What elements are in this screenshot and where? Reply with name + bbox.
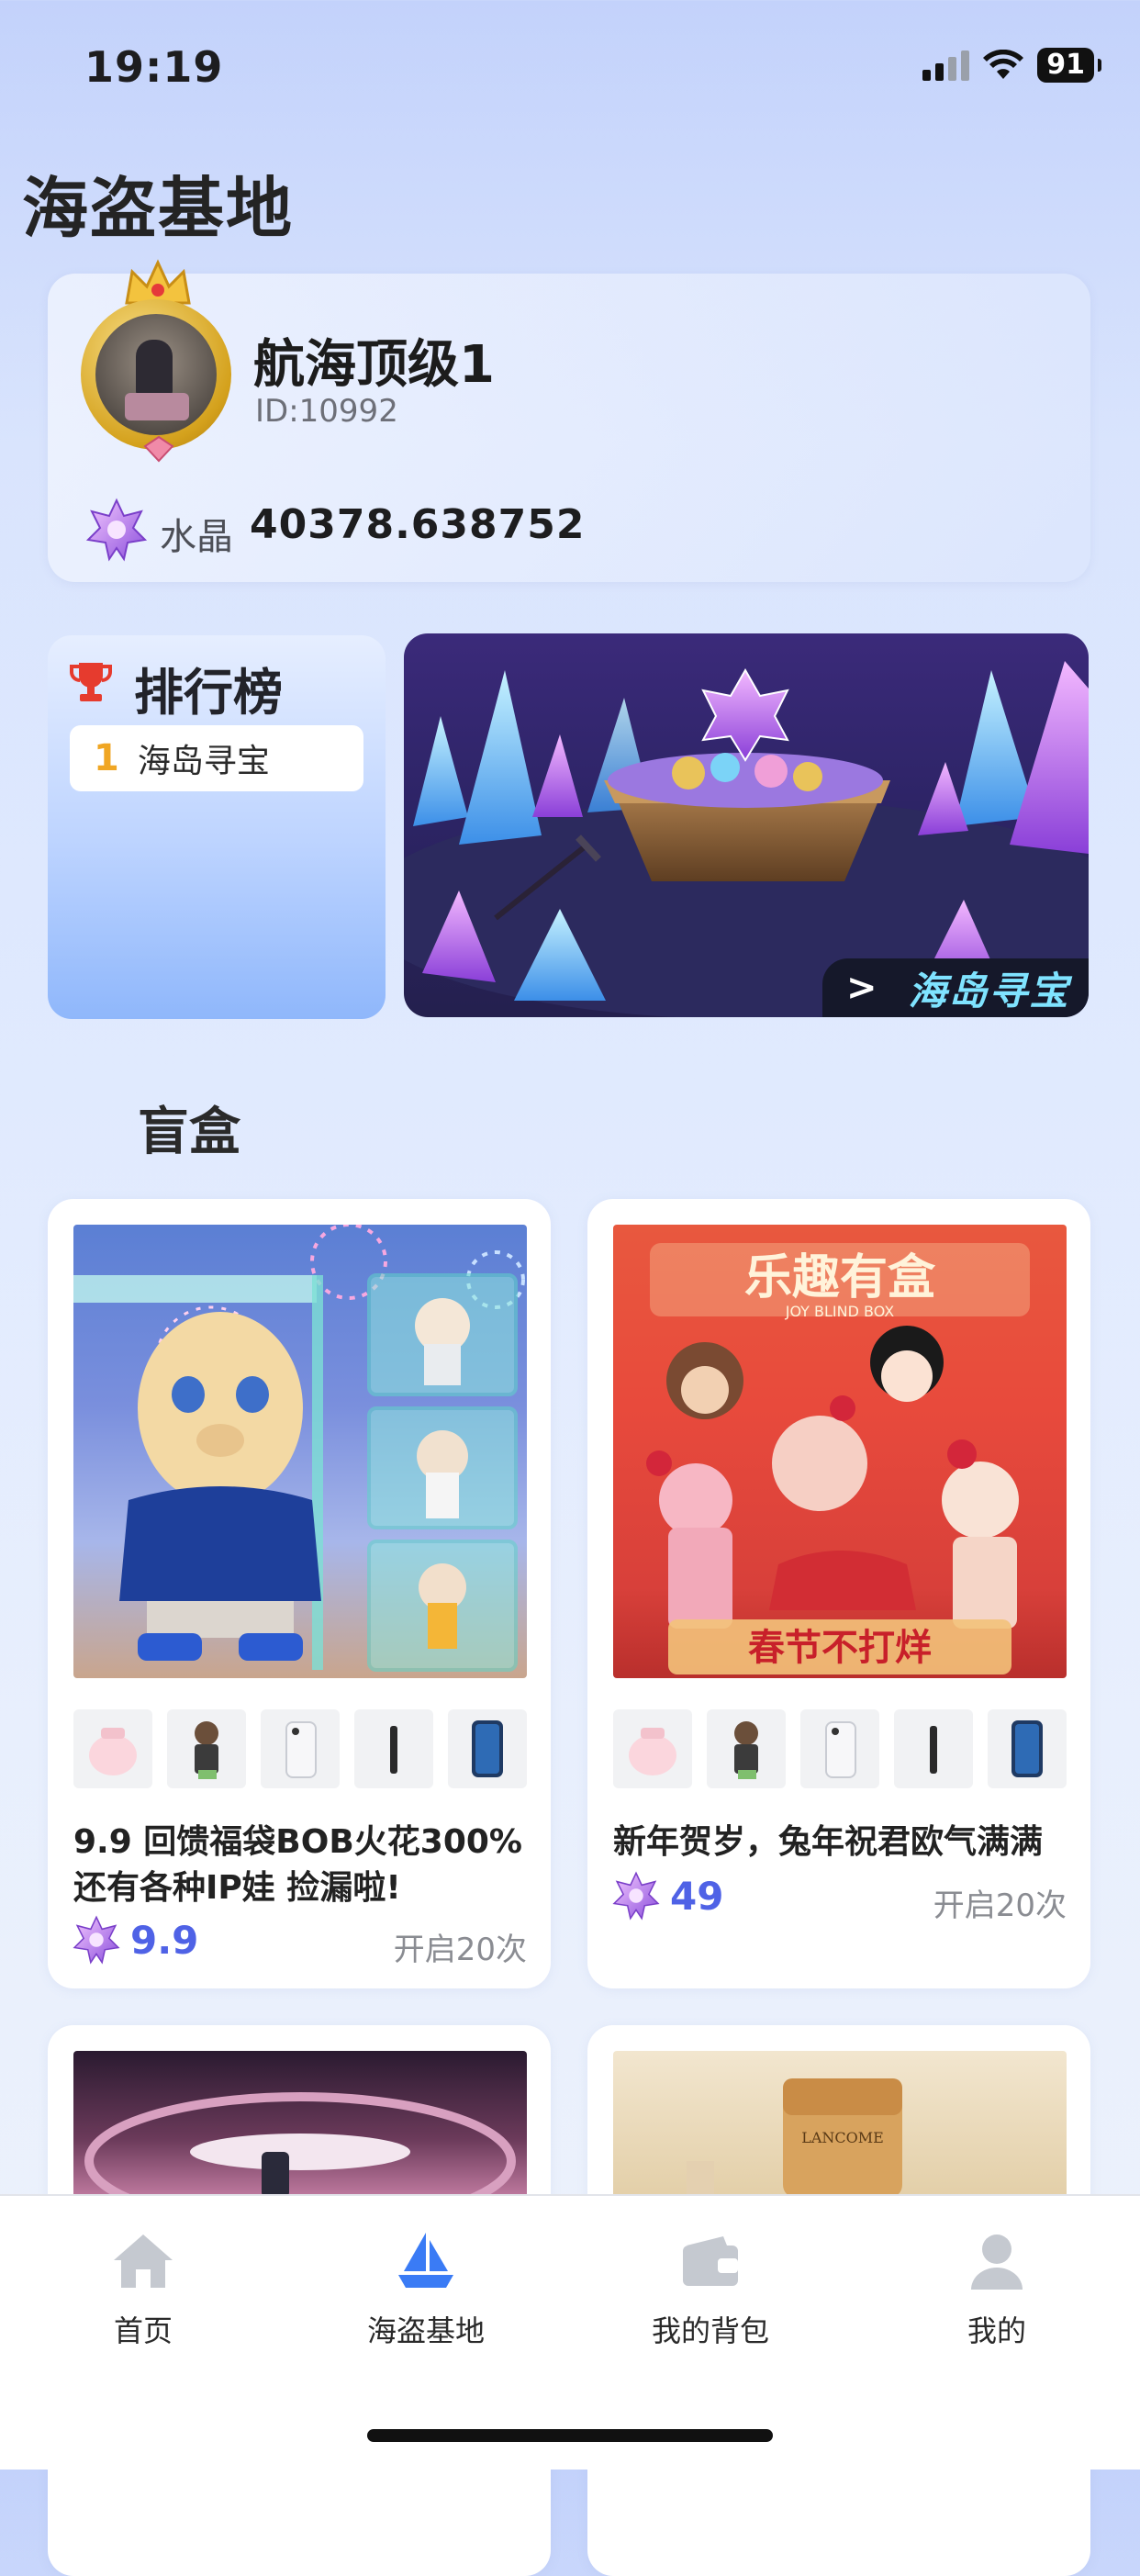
blind-box-logo-text: 乐趣有盒 [744,1250,936,1305]
nav-backpack[interactable]: 我的背包 [619,2229,802,2350]
blind-box-card[interactable]: 乐趣有盒 JOY BLIND BOX 春节不打烊 新年贺岁，兔年祝君欧气满满 4… [587,1199,1090,1988]
avatar[interactable] [77,259,240,463]
prize-thumbnails [613,1709,1067,1788]
chevron-right-icon: > [846,967,877,1009]
phone-white-icon [261,1709,340,1788]
status-time: 19:19 [84,42,224,92]
product-title: 9.9 回馈福袋BOB火花300% 还有各种IP娃 捡漏啦! [73,1823,523,1907]
nav-backpack-label: 我的背包 [651,2313,769,2348]
figure-icon [707,1709,786,1788]
product-image: 乐趣有盒 JOY BLIND BOX 春节不打烊 [613,1225,1067,1678]
banner-label-text: 海岛寻宝 [908,968,1070,1014]
ranking-number: 1 [94,737,119,779]
battery-indicator: 91 [1037,48,1101,83]
price: 9.9 [130,1917,199,1963]
bottom-nav: 首页 海盗基地 我的背包 我的 [0,2194,1140,2470]
page-title: 海盗基地 [22,170,295,247]
crystal-icon [85,498,148,562]
bag-icon [613,1709,692,1788]
price-row: 9.9 [72,1915,198,1965]
trophy-icon [70,663,112,701]
gem-icon [143,435,174,463]
nav-profile-label: 我的 [967,2313,1026,2348]
price: 49 [670,1873,724,1919]
phone-white-icon [800,1709,879,1788]
product-image [73,1225,527,1678]
blind-box-card[interactable]: 9.9 回馈福袋BOB火花300% 还有各种IP娃 捡漏啦! 9.9 开启20次 [48,1199,551,1988]
phone-dark-icon [988,1709,1067,1788]
home-icon [114,2234,173,2288]
wallet-icon [683,2236,738,2286]
nav-home-label: 首页 [113,2313,173,2348]
status-icons: 91 [922,48,1101,83]
figure-icon [167,1709,246,1788]
product-image [73,2051,527,2198]
prize-thumbnails [73,1709,527,1788]
open-count: 开启20次 [393,1932,527,1968]
ranking-title: 排行榜 [134,664,283,722]
nav-profile[interactable]: 我的 [905,2229,1089,2350]
product-image: LANCOME [613,2051,1067,2198]
bag-icon [73,1709,152,1788]
crystal-label: 水晶 [160,516,233,558]
price-row: 49 [611,1871,723,1921]
blind-box-logo-subtext: JOY BLIND BOX [785,1303,895,1320]
crystal-icon [73,1915,120,1965]
stick-icon [354,1709,433,1788]
product-title: 新年贺岁，兔年祝君欧气满满 [613,1823,1044,1861]
wifi-icon [983,50,1024,79]
user-icon [971,2234,1023,2290]
home-indicator[interactable] [367,2429,773,2442]
spring-festival-text: 春节不打烊 [748,1627,932,1669]
crystal-balance: 40378.638752 [250,501,586,548]
user-id: ID:10992 [255,393,398,430]
open-count: 开启20次 [933,1887,1067,1924]
crystal-icon [612,1871,660,1921]
stick-icon [894,1709,973,1788]
nickname: 航海顶级1 [253,335,495,395]
banner-label[interactable]: > 海岛寻宝 [822,958,1089,1017]
nav-pirate-base[interactable]: 海盗基地 [334,2229,518,2350]
nav-home[interactable]: 首页 [51,2229,235,2350]
ship-icon [398,2233,453,2288]
signal-icon [922,50,970,81]
treasure-hunt-banner[interactable]: > 海岛寻宝 [404,633,1089,1017]
ranking-item-name: 海岛寻宝 [137,743,270,780]
product-brand-text: LANCOME [801,2129,884,2146]
ranking-item[interactable]: 1 海岛寻宝 [70,725,363,791]
nav-pirate-base-label: 海盗基地 [366,2313,485,2348]
phone-dark-icon [448,1709,527,1788]
section-title-blind-box: 盲盒 [138,1103,240,1162]
